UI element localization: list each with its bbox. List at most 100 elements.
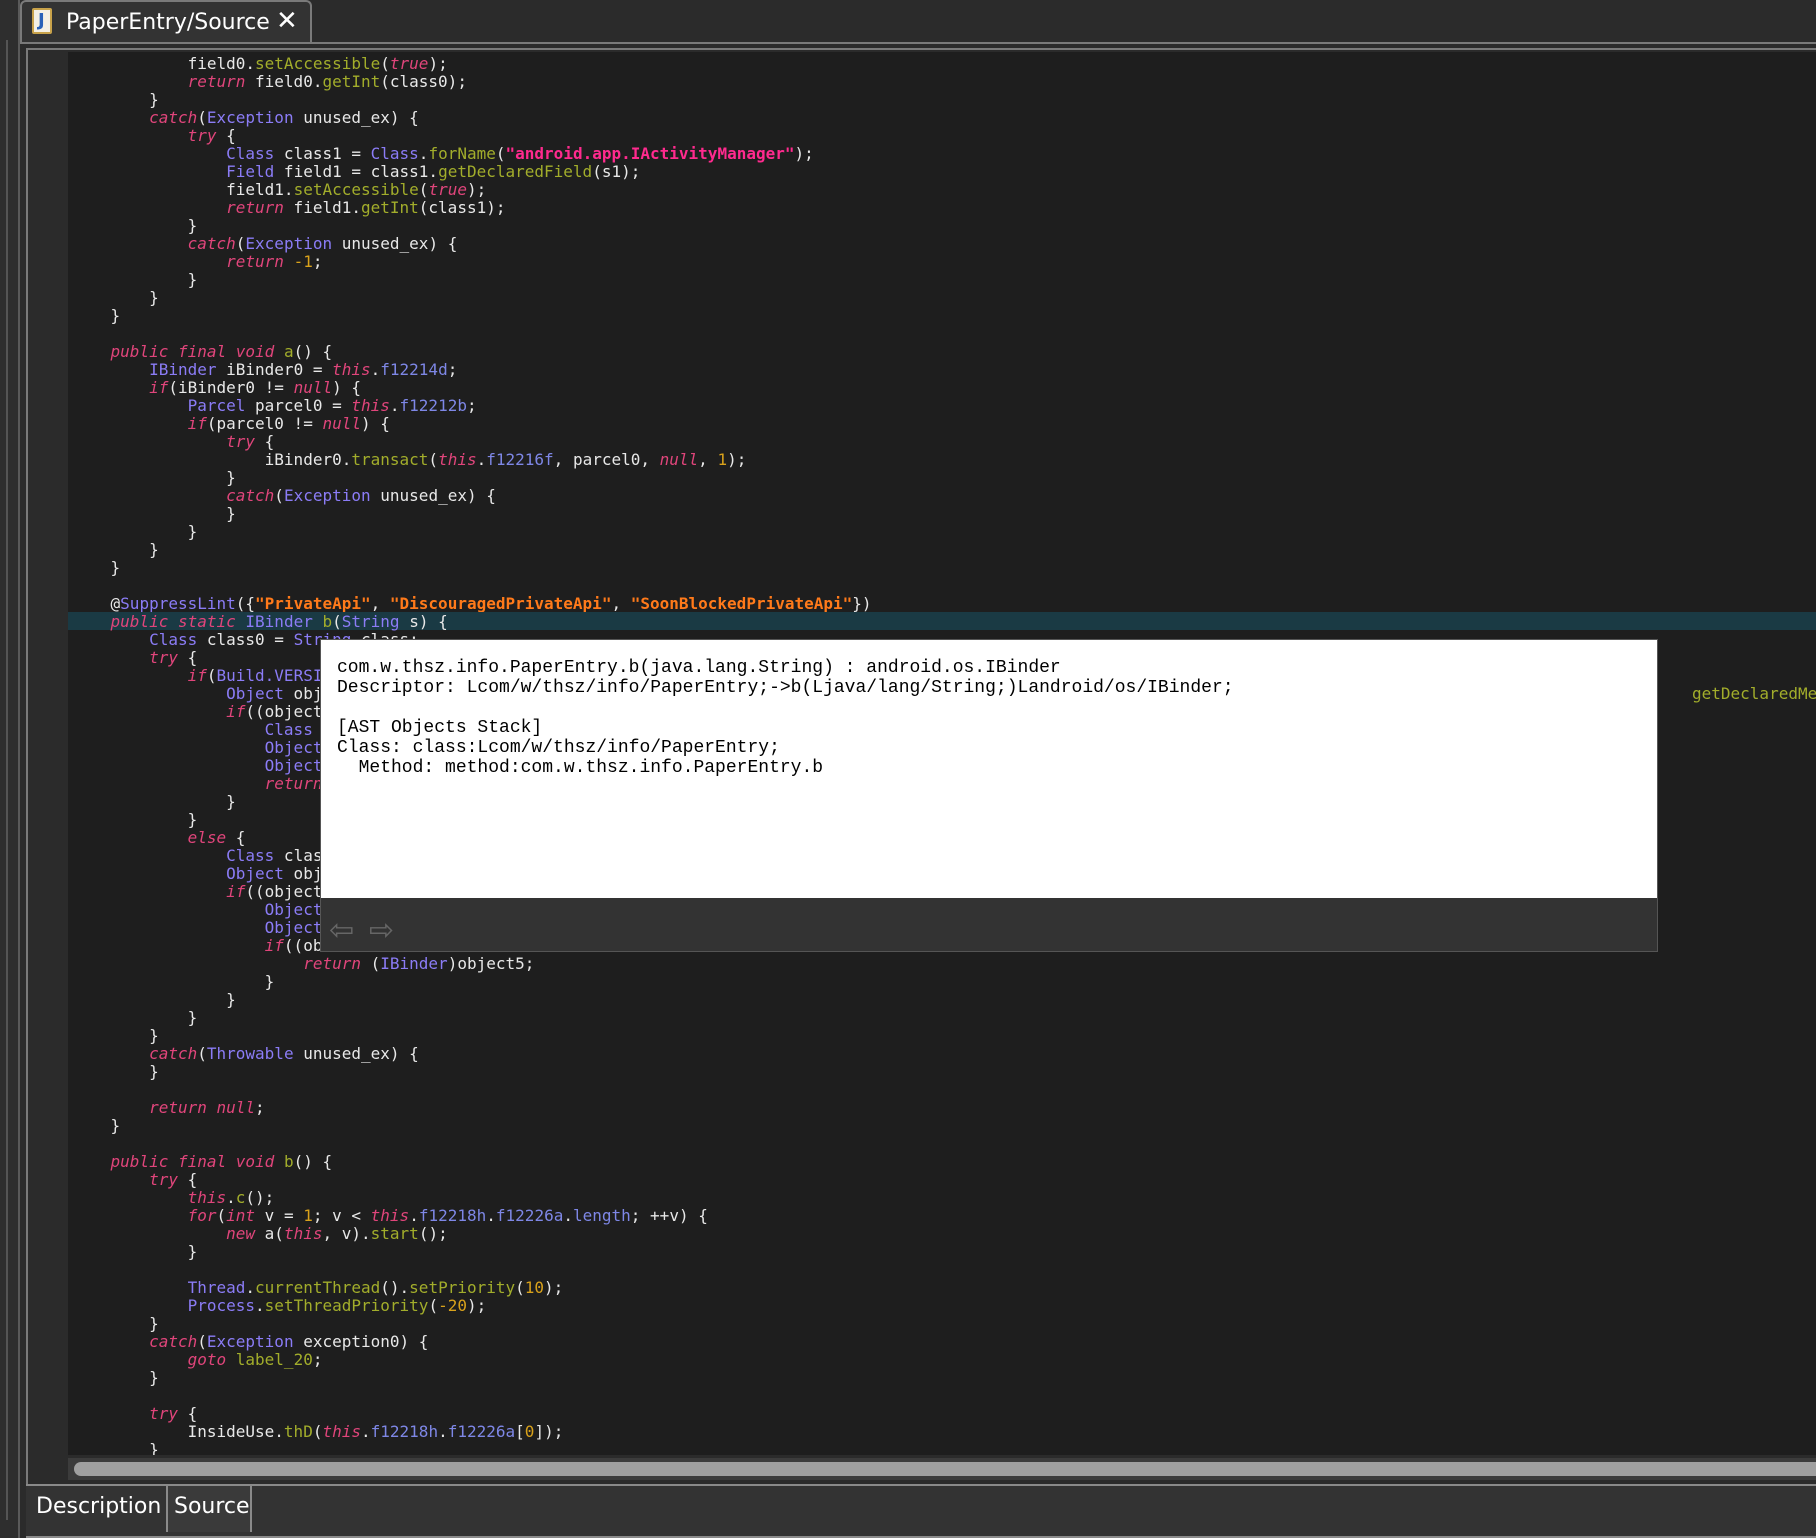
code-token: { (177, 1404, 198, 1423)
code-line[interactable]: catch(Exception exception0) { (72, 1332, 1816, 1351)
code-line[interactable]: } (72, 1008, 1816, 1027)
code-line[interactable]: return (IBinder)object5; (72, 954, 1816, 973)
code-token: try (72, 126, 217, 145)
code-token: Exception (245, 234, 333, 253)
code-line[interactable] (72, 1260, 1816, 1278)
arrow-right-icon[interactable]: ⇨ (369, 916, 399, 946)
code-line[interactable] (72, 1080, 1816, 1098)
code-line[interactable]: } (72, 306, 1816, 325)
code-token: } (72, 1008, 198, 1027)
code-line[interactable]: } (72, 468, 1816, 487)
code-token: catch (72, 1044, 198, 1063)
code-line[interactable]: } (72, 540, 1816, 559)
code-token: ( (515, 1278, 525, 1297)
code-line[interactable]: try { (72, 1170, 1816, 1189)
code-line[interactable]: for(int v = 1; v < this.f12218h.f12226a.… (72, 1206, 1816, 1225)
code-line[interactable]: @SuppressLint({"PrivateApi", "Discourage… (72, 594, 1816, 613)
code-token: try (72, 1404, 178, 1423)
code-line[interactable]: Class class1 = Class.forName("android.ap… (72, 144, 1816, 163)
code-line[interactable]: } (72, 504, 1816, 523)
code-line[interactable]: InsideUse.thD(this.f12218h.f12226a[0]); (72, 1422, 1816, 1441)
code-token: ( (197, 1044, 207, 1063)
code-token: . (476, 450, 487, 469)
code-token: goto (72, 1350, 227, 1369)
code-line[interactable]: } (72, 90, 1816, 109)
code-token: parcel0 = (245, 396, 352, 415)
tab-paperentry-source[interactable]: J PaperEntry/Source ✕ (20, 0, 312, 42)
code-line[interactable]: field0.setAccessible(true); (72, 54, 1816, 73)
code-line[interactable]: public final void a() { (72, 342, 1816, 361)
code-token: . (563, 1206, 573, 1225)
code-line[interactable]: catch(Exception unused_ex) { (72, 234, 1816, 253)
code-line[interactable]: Thread.currentThread().setPriority(10); (72, 1278, 1816, 1297)
code-line[interactable]: return null; (72, 1098, 1816, 1117)
close-icon[interactable]: ✕ (276, 6, 298, 36)
code-token: (class1); (418, 198, 506, 217)
code-line[interactable] (72, 1386, 1816, 1404)
code-line[interactable]: catch(Exception unused_ex) { (72, 108, 1816, 127)
code-line[interactable] (72, 1134, 1816, 1152)
code-token: field1. (283, 198, 361, 217)
code-line[interactable]: try { (72, 432, 1816, 451)
code-line[interactable]: } (72, 1314, 1816, 1333)
code-token: Exception (283, 486, 371, 505)
code-token: iBinder0 = (216, 360, 333, 379)
code-line[interactable]: } (72, 1242, 1816, 1261)
code-line[interactable]: IBinder iBinder0 = this.f12214d; (72, 360, 1816, 379)
code-line[interactable]: if(iBinder0 != null) { (72, 378, 1816, 397)
code-token: clas (274, 846, 323, 865)
scrollbar-thumb[interactable] (74, 1462, 1816, 1476)
code-line[interactable]: Process.setThreadPriority(-20); (72, 1296, 1816, 1315)
code-line[interactable]: } (72, 972, 1816, 991)
code-line[interactable]: field1.setAccessible(true); (72, 180, 1816, 199)
code-line[interactable]: iBinder0.transact(this.f12216f, parcel0,… (72, 450, 1816, 469)
code-line[interactable]: if(parcel0 != null) { (72, 414, 1816, 433)
code-line[interactable]: return field0.getInt(class0); (72, 72, 1816, 91)
code-line[interactable]: } (72, 558, 1816, 577)
code-line[interactable]: } (72, 1026, 1816, 1045)
code-line[interactable]: try { (72, 126, 1816, 145)
code-line[interactable]: goto label_20; (72, 1350, 1816, 1369)
horizontal-scrollbar[interactable] (68, 1458, 1816, 1480)
code-line[interactable]: Parcel parcel0 = this.f12212b; (72, 396, 1816, 415)
code-line[interactable]: public static IBinder b(String s) { (68, 612, 1816, 631)
code-line[interactable]: } (72, 1062, 1816, 1081)
code-line[interactable]: Field field1 = class1.getDeclaredField(s… (72, 162, 1816, 181)
code-line[interactable]: try { (72, 1404, 1816, 1423)
code-token: { (216, 126, 236, 145)
tab-source[interactable]: Source (168, 1486, 252, 1532)
code-token: Exception (206, 1332, 294, 1351)
code-line[interactable] (72, 576, 1816, 594)
code-line[interactable]: this.c(); (72, 1188, 1816, 1207)
code-line[interactable]: } (72, 1440, 1816, 1455)
code-line[interactable] (72, 324, 1816, 342)
code-line[interactable]: public final void b() { (72, 1152, 1816, 1171)
code-token: ; (466, 396, 477, 415)
tab-description[interactable]: Description (30, 1486, 168, 1532)
code-token: try (72, 1170, 178, 1189)
code-line[interactable]: } (72, 1368, 1816, 1387)
code-token: setPriority (409, 1278, 516, 1297)
arrow-left-icon[interactable]: ⇦ (329, 916, 359, 946)
code-token: } (72, 792, 236, 811)
code-token: ; (312, 252, 323, 271)
code-line[interactable]: return field1.getInt(class1); (72, 198, 1816, 217)
code-line[interactable]: } (72, 270, 1816, 289)
code-line[interactable]: } (72, 1116, 1816, 1135)
code-token: (); (245, 1188, 275, 1207)
code-line[interactable]: } (72, 288, 1816, 307)
code-token: (iBinder0 != (168, 378, 294, 397)
code-token: SuppressLint (120, 594, 236, 613)
code-line[interactable]: new a(this, v).start(); (72, 1224, 1816, 1243)
left-panel-edge (0, 0, 20, 1538)
code-line[interactable]: return -1; (72, 252, 1816, 271)
code-line[interactable]: catch(Throwable unused_ex) { (72, 1044, 1816, 1063)
code-token: } (72, 990, 236, 1009)
code-line[interactable]: catch(Exception unused_ex) { (72, 486, 1816, 505)
code-token: -20 (438, 1296, 467, 1315)
code-token: forName (428, 144, 496, 163)
code-line[interactable]: } (72, 216, 1816, 235)
code-line[interactable]: } (72, 522, 1816, 541)
code-line[interactable]: } (72, 990, 1816, 1009)
